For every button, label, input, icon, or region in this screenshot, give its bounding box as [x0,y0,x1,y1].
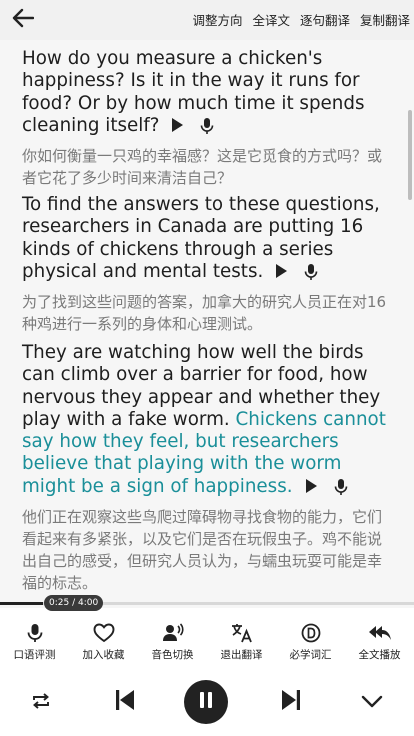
sentence-controls [273,263,319,281]
copy-translation-button[interactable]: 复制翻译 [360,10,410,29]
adjust-direction-button[interactable]: 调整方向 [192,10,242,29]
sentence-controls [303,478,349,496]
voice-switch-label: 音色切换 [151,649,194,661]
full-text-play-label: 全文播放 [358,649,401,661]
english-text: To find the answers to these questions, … [22,194,380,282]
heart-icon [93,622,115,644]
add-favorite-label: 加入收藏 [82,649,125,661]
oral-evaluation-label: 口语评测 [13,649,56,661]
reply-all-icon [368,622,392,644]
skip-previous-icon [115,688,135,716]
english-sentence[interactable]: To find the answers to these questions, … [22,194,390,283]
vocabulary-button[interactable]: 必学词汇 [276,612,345,668]
play-icon[interactable] [169,117,185,135]
chinese-translation: 他们正在观察这些鸟爬过障碍物寻找食物的能力，它们看起来有多紧张，以及它们是否在玩… [22,508,383,593]
exit-translation-button[interactable]: 退出翻译 [207,612,276,668]
voice-switch-button[interactable]: 音色切换 [138,612,207,668]
chinese-translation: 为了找到这些问题的答案，加拿大的研究人员正在对16种鸡进行一系列的身体和心理测试… [22,293,387,334]
paragraph-1[interactable]: How do you measure a chicken's happiness… [22,48,390,189]
time-label: 0:25 / 4:00 [44,595,104,611]
microphone-icon[interactable] [333,478,349,496]
paragraph-3[interactable]: They are watching how well the birds can… [22,342,390,594]
translate-icon [231,622,253,644]
english-sentence[interactable]: How do you measure a chicken's happiness… [22,48,390,137]
function-bar: 口语评测 加入收藏 音色切换 退出翻译 必学词汇 全文播放 [0,612,414,668]
top-bar: 调整方向 全译文 逐句翻译 复制翻译 [0,0,414,40]
play-icon[interactable] [273,263,289,281]
chevron-down-icon [361,694,383,713]
player-controls [0,668,414,736]
chinese-translation: 你如何衡量一只鸡的幸福感？这是它觅食的方式吗？或者它花了多少时间来清洁自己？ [22,147,383,188]
repeat-icon [31,692,51,714]
next-button[interactable] [279,688,303,716]
sentence-translation-button[interactable]: 逐句翻译 [300,10,350,29]
microphone-icon[interactable] [303,263,319,281]
vocabulary-icon [301,622,321,644]
add-favorite-button[interactable]: 加入收藏 [69,612,138,668]
pause-icon [198,691,214,713]
repeat-button[interactable] [30,692,52,714]
pause-button[interactable] [184,680,228,724]
exit-translation-label: 退出翻译 [220,649,263,661]
vocabulary-label: 必学词汇 [289,649,332,661]
oral-evaluation-button[interactable]: 口语评测 [0,612,69,668]
full-translation-button[interactable]: 全译文 [252,10,290,29]
article-content[interactable]: How do you measure a chicken's happiness… [0,40,414,608]
arrow-left-icon [12,8,35,32]
microphone-icon[interactable] [199,117,215,135]
previous-button[interactable] [113,688,137,716]
english-sentence[interactable]: They are watching how well the birds can… [22,342,390,498]
skip-next-icon [281,688,301,716]
microphone-icon [26,622,44,644]
full-text-play-button[interactable]: 全文播放 [345,612,414,668]
progress-fill [0,602,44,605]
voice-switch-icon [162,622,184,644]
back-button[interactable] [10,8,36,32]
paragraph-2[interactable]: To find the answers to these questions, … [22,194,390,335]
collapse-button[interactable] [360,692,384,714]
scrollbar[interactable] [408,110,412,200]
progress-bar[interactable]: 0:25 / 4:00 [0,595,414,611]
top-actions: 调整方向 全译文 逐句翻译 复制翻译 [192,10,410,29]
sentence-controls [169,117,215,135]
play-icon[interactable] [303,478,319,496]
